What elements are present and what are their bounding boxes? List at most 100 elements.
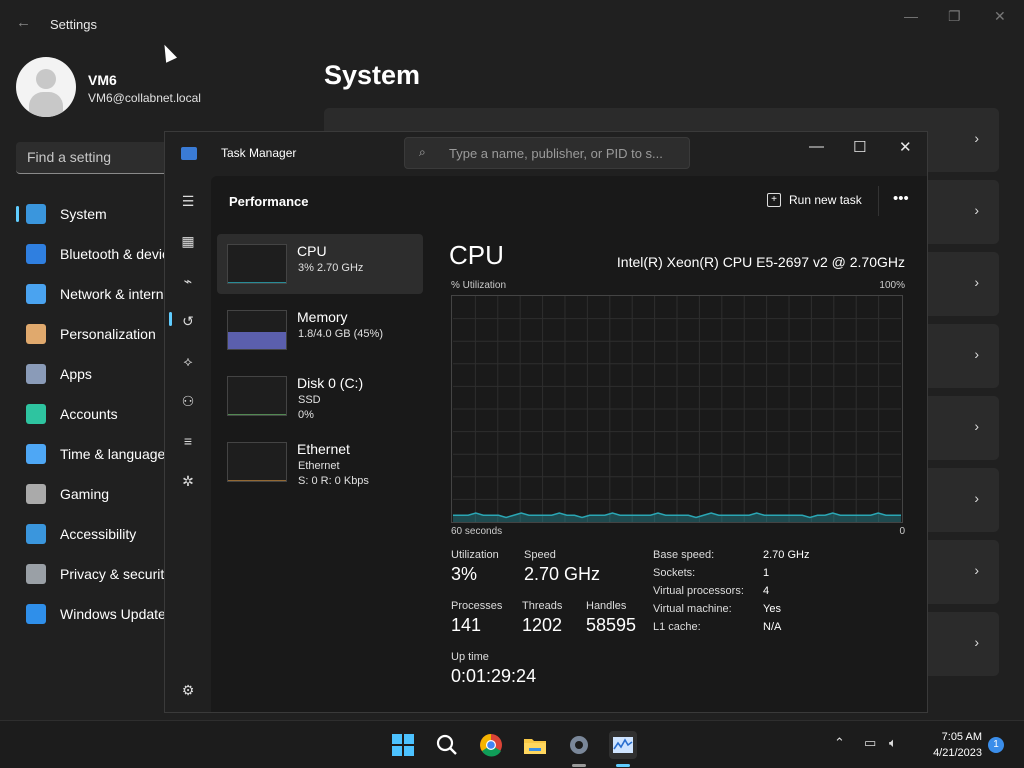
start-icon[interactable]	[389, 731, 417, 759]
process-search-box[interactable]: ⌕	[404, 137, 690, 169]
app-history-icon[interactable]: ↺	[179, 312, 197, 330]
nav-item-accounts[interactable]: Accounts	[16, 394, 166, 434]
chevron-right-icon: ›	[974, 346, 979, 362]
resource-item-ethernet[interactable]: Ethernet Ethernet S: 0 R: 0 Kbps	[217, 432, 423, 492]
nav-item-label: System	[60, 206, 107, 222]
chrome-icon[interactable]	[477, 731, 505, 759]
avatar[interactable]	[16, 57, 76, 117]
settings-window-title: Settings	[50, 17, 97, 32]
accessibility-icon	[26, 524, 46, 544]
settings-gear-icon[interactable]: ⚙	[179, 681, 197, 699]
details-icon[interactable]: ≡	[179, 432, 197, 450]
minimize-icon[interactable]: —	[809, 138, 824, 155]
search-icon[interactable]	[433, 731, 461, 759]
processes-value: 141	[451, 615, 482, 635]
nav-item-label: Privacy & security	[60, 566, 166, 582]
minimize-icon[interactable]: —	[904, 8, 918, 24]
clock-time: 7:05 AM	[941, 731, 982, 743]
task-manager-icon[interactable]	[609, 731, 637, 759]
nav-item-accessibility[interactable]: Accessibility	[16, 514, 166, 554]
hamburger-menu-icon[interactable]: ☰	[179, 192, 197, 210]
close-icon[interactable]: ✕	[899, 138, 912, 156]
network-icon[interactable]: ▭	[864, 735, 876, 751]
nav-item-label: Network & internet	[60, 286, 166, 302]
threads-label: Threads	[522, 600, 563, 612]
back-arrow-icon[interactable]: ←	[16, 14, 31, 31]
resource-detail: S: 0 R: 0 Kbps	[298, 475, 369, 487]
detail-value: 4	[763, 585, 770, 597]
resource-item-memory[interactable]: Memory 1.8/4.0 GB (45%)	[217, 300, 423, 360]
add-task-icon: +	[767, 193, 781, 207]
nav-item-privacy[interactable]: Privacy & security	[16, 554, 166, 594]
nav-item-label: Accessibility	[60, 526, 137, 542]
chevron-right-icon: ›	[974, 490, 979, 506]
maximize-icon[interactable]: ☐	[853, 138, 866, 156]
nav-item-label: Bluetooth & devices	[60, 246, 166, 262]
nav-item-apps[interactable]: Apps	[16, 354, 166, 394]
settings-icon[interactable]	[565, 731, 593, 759]
users-icon[interactable]: ⚇	[179, 392, 197, 410]
chevron-up-icon[interactable]: ⌃	[834, 735, 845, 751]
page-title: System	[324, 60, 421, 90]
utilization-label: Utilization	[451, 549, 499, 561]
process-search-input[interactable]	[449, 144, 681, 162]
services-icon[interactable]: ✲	[179, 472, 197, 490]
run-new-task-label: Run new task	[789, 193, 862, 207]
nav-item-time-language[interactable]: Time & language	[16, 434, 166, 474]
task-manager-title: Task Manager	[221, 146, 297, 160]
cpu-utilization-graph	[451, 295, 903, 523]
nav-item-windows-update[interactable]: Windows Update	[16, 594, 166, 634]
detail-key: L1 cache:	[653, 621, 701, 633]
shield-icon	[26, 564, 46, 584]
nav-item-gaming[interactable]: Gaming	[16, 474, 166, 514]
thumbnail-fill	[228, 331, 286, 349]
chevron-right-icon: ›	[974, 418, 979, 434]
performance-icon[interactable]: ⌁	[179, 272, 197, 290]
nav-item-personalization[interactable]: Personalization	[16, 314, 166, 354]
threads-value: 1202	[522, 615, 563, 635]
resource-thumbnail	[227, 244, 287, 284]
nav-item-label: Gaming	[60, 486, 110, 502]
nav-item-bluetooth[interactable]: Bluetooth & devices	[16, 234, 166, 274]
gamepad-icon	[26, 484, 46, 504]
nav-item-network[interactable]: Network & internet	[16, 274, 166, 314]
startup-apps-icon[interactable]: ⟡	[179, 352, 197, 370]
chevron-right-icon: ›	[974, 274, 979, 290]
resource-thumbnail	[227, 376, 287, 416]
resource-name: CPU	[297, 243, 327, 259]
resource-name: Memory	[297, 309, 348, 325]
chevron-right-icon: ›	[974, 634, 979, 650]
monitor-icon	[26, 204, 46, 224]
clock[interactable]: 7:05 AM 4/21/2023	[918, 729, 982, 761]
handles-label: Handles	[586, 600, 627, 612]
close-icon[interactable]: ✕	[994, 8, 1006, 25]
nav-item-system[interactable]: System	[16, 194, 166, 234]
time-axis-label: 60 seconds	[451, 526, 503, 537]
volume-icon[interactable]: 🔈︎	[889, 735, 897, 751]
resource-detail: 0%	[298, 409, 314, 421]
chevron-right-icon: ›	[974, 562, 979, 578]
resource-thumbnail	[227, 442, 287, 482]
detail-key: Sockets:	[653, 567, 696, 579]
maximize-icon[interactable]: ❐	[948, 8, 961, 25]
brush-icon	[26, 324, 46, 344]
user-email: VM6@collabnet.local	[88, 91, 201, 105]
nav-item-label: Time & language	[60, 446, 166, 462]
file-explorer-icon[interactable]	[521, 731, 549, 759]
detail-value: 1	[763, 567, 770, 579]
more-options-icon[interactable]: •••	[893, 190, 909, 207]
processes-icon[interactable]: ▦	[179, 232, 197, 250]
run-new-task-button[interactable]: + Run new task	[767, 193, 862, 207]
resource-item-cpu[interactable]: CPU 3% 2.70 GHz	[217, 234, 423, 294]
resource-item-disk[interactable]: Disk 0 (C:) SSD 0%	[217, 366, 423, 426]
resource-name: Ethernet	[297, 441, 350, 457]
notification-badge[interactable]: 1	[988, 737, 1004, 753]
detail-value: 2.70 GHz	[763, 549, 810, 561]
clock-date: 4/21/2023	[933, 747, 982, 759]
selected-indicator	[169, 312, 172, 326]
task-manager-titlebar[interactable]: Task Manager ⌕ — ☐ ✕	[165, 132, 927, 176]
thumbnail-fill	[228, 414, 286, 415]
detail-key: Virtual processors:	[653, 585, 744, 597]
thumbnail-fill	[228, 480, 286, 481]
detail-key: Virtual machine:	[653, 603, 732, 615]
